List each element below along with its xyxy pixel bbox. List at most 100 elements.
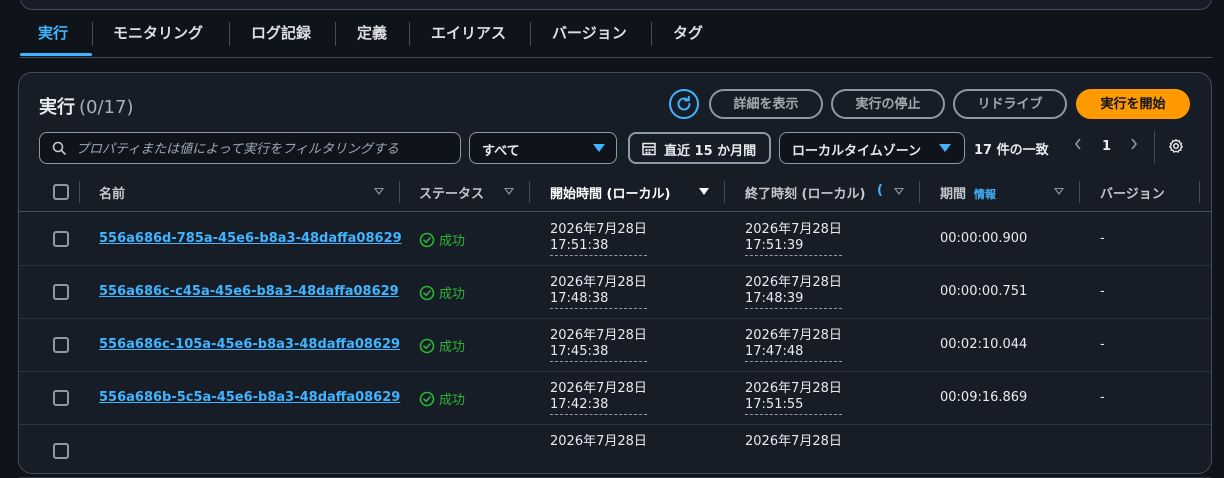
date-range-button[interactable]: 直近 15 か月間 [628, 132, 771, 164]
check-circle-icon [419, 391, 435, 406]
status-success: 成功 [419, 283, 465, 302]
row-checkbox[interactable] [53, 390, 69, 406]
column-header-status[interactable]: ステータス [419, 183, 484, 202]
column-header-end-time[interactable]: 終了時刻 (ローカル) [745, 183, 865, 202]
duration-header-label: 期間 [940, 187, 967, 202]
sort-caret-icon[interactable] [894, 188, 904, 195]
row-checkbox[interactable] [53, 337, 69, 353]
start-time[interactable]: 17:42:38 [550, 397, 647, 415]
tab-divider [530, 22, 531, 46]
status-label: 成功 [439, 393, 466, 408]
panel-title-text: 実行 [39, 97, 75, 118]
start-time-cell: 2026年7月28日 17:51:38 [550, 222, 647, 256]
tab-tags[interactable]: タグ [673, 20, 703, 56]
tab-divider [92, 22, 93, 46]
version-cell: - [1100, 284, 1105, 299]
timezone-select-value: ローカルタイムゾーン [792, 144, 922, 159]
status-label: 成功 [439, 340, 466, 355]
page-number-button[interactable]: 1 [1102, 139, 1111, 154]
end-time-cell: 2026年7月28日 17:48:39 [745, 275, 842, 309]
column-divider [529, 181, 530, 203]
tab-monitoring[interactable]: モニタリング [113, 20, 203, 56]
execution-name-link[interactable]: 556a686b-5c5a-45e6-b8a3-48daffa08629 [99, 390, 400, 405]
tab-divider [409, 22, 410, 46]
previous-page-icon[interactable] [1073, 137, 1083, 155]
start-time-cell: 2026年7月28日 17:48:38 [550, 275, 647, 309]
calendar-icon [642, 142, 656, 156]
end-time-cell: 2026年7月28日 [745, 434, 842, 450]
status-label: 成功 [439, 234, 466, 249]
version-cell: - [1100, 337, 1105, 352]
search-icon [52, 141, 66, 155]
check-circle-icon [419, 232, 435, 247]
tab-divider [335, 22, 336, 46]
end-time[interactable]: 17:51:55 [745, 397, 842, 415]
start-date: 2026年7月28日 [550, 328, 647, 343]
executions-panel: 実行(0/17) 詳細を表示 実行の停止 リドライブ 実行を開始 すべて 直近 … [18, 72, 1212, 478]
end-time-cell: 2026年7月28日 17:51:55 [745, 381, 842, 415]
execution-name-link[interactable]: 556a686c-c45a-45e6-b8a3-48daffa08629 [99, 284, 399, 299]
end-time[interactable]: 17:47:48 [745, 344, 842, 362]
refresh-button[interactable] [669, 89, 699, 119]
column-divider [919, 181, 920, 203]
column-divider [399, 181, 400, 203]
start-date: 2026年7月28日 [550, 275, 647, 290]
redrive-button[interactable]: リドライブ [953, 89, 1067, 119]
status-select-value: すべて [482, 144, 520, 159]
status-select[interactable]: すべて [469, 132, 617, 164]
execution-name-link[interactable]: 556a686c-105a-45e6-b8a3-48daffa08629 [99, 337, 400, 352]
column-header-name[interactable]: 名前 [99, 183, 125, 202]
tab-logging[interactable]: ログ記録 [251, 20, 311, 56]
start-date: 2026年7月28日 [550, 222, 647, 237]
stop-execution-button[interactable]: 実行の停止 [831, 89, 945, 119]
match-count: 17 件の一致 [974, 143, 1049, 158]
end-time-cell: 2026年7月28日 17:47:48 [745, 328, 842, 362]
duration-info-link[interactable]: 情報 [974, 188, 996, 201]
tab-bar: 実行 モニタリング ログ記録 定義 エイリアス バージョン タグ [20, 20, 1212, 58]
sort-caret-icon[interactable] [1054, 188, 1064, 195]
sort-caret-icon[interactable] [504, 188, 514, 195]
tab-aliases[interactable]: エイリアス [431, 20, 506, 56]
table-row: 556a686c-c45a-45e6-b8a3-48daffa08629 成功 … [19, 265, 1211, 319]
select-all-checkbox[interactable] [53, 184, 69, 200]
end-time[interactable]: 17:48:39 [745, 291, 842, 309]
search-field [39, 132, 461, 165]
row-checkbox[interactable] [53, 443, 69, 459]
active-tab-indicator [20, 53, 92, 56]
start-time[interactable]: 17:48:38 [550, 291, 647, 309]
start-time[interactable]: 17:51:38 [550, 238, 647, 256]
duration-cell: 00:02:10.044 [940, 337, 1028, 352]
tab-versions[interactable]: バージョン [552, 20, 627, 56]
end-time[interactable]: 17:51:39 [745, 238, 842, 256]
status-success: 成功 [419, 230, 465, 249]
execution-name-link[interactable]: 556a686d-785a-45e6-b8a3-48daffa08629 [99, 231, 402, 246]
end-date: 2026年7月28日 [745, 328, 842, 343]
caret-down-icon [939, 144, 951, 152]
start-time[interactable]: 17:45:38 [550, 344, 647, 362]
column-header-start-time[interactable]: 開始時間 (ローカル) [550, 183, 670, 202]
duration-cell: 00:09:16.869 [940, 390, 1028, 405]
view-details-button[interactable]: 詳細を表示 [709, 89, 823, 119]
start-execution-button[interactable]: 実行を開始 [1076, 89, 1190, 119]
end-time-cell: 2026年7月28日 17:51:39 [745, 222, 842, 256]
sort-caret-icon[interactable] [374, 188, 384, 195]
timezone-select[interactable]: ローカルタイムゾーン [779, 132, 965, 164]
next-page-icon[interactable] [1129, 137, 1139, 155]
settings-gear-icon[interactable] [1168, 138, 1184, 158]
column-header-version[interactable]: バージョン [1100, 183, 1165, 202]
start-time-cell: 2026年7月28日 [550, 434, 647, 450]
pagination-divider [1154, 131, 1155, 163]
table-row: 556a686b-5c5a-45e6-b8a3-48daffa08629 成功 … [19, 371, 1211, 425]
end-date: 2026年7月28日 [745, 381, 842, 396]
version-cell: - [1100, 390, 1105, 405]
start-date: 2026年7月28日 [550, 434, 647, 449]
sort-descending-icon[interactable] [699, 188, 709, 195]
tab-executions[interactable]: 実行 [38, 20, 68, 56]
row-checkbox[interactable] [53, 231, 69, 247]
row-checkbox[interactable] [53, 284, 69, 300]
search-input[interactable] [74, 133, 458, 165]
tab-definition[interactable]: 定義 [357, 20, 387, 56]
column-divider [1079, 181, 1080, 203]
column-header-duration[interactable]: 期間 情報 [940, 183, 996, 202]
status-success: 成功 [419, 389, 465, 408]
